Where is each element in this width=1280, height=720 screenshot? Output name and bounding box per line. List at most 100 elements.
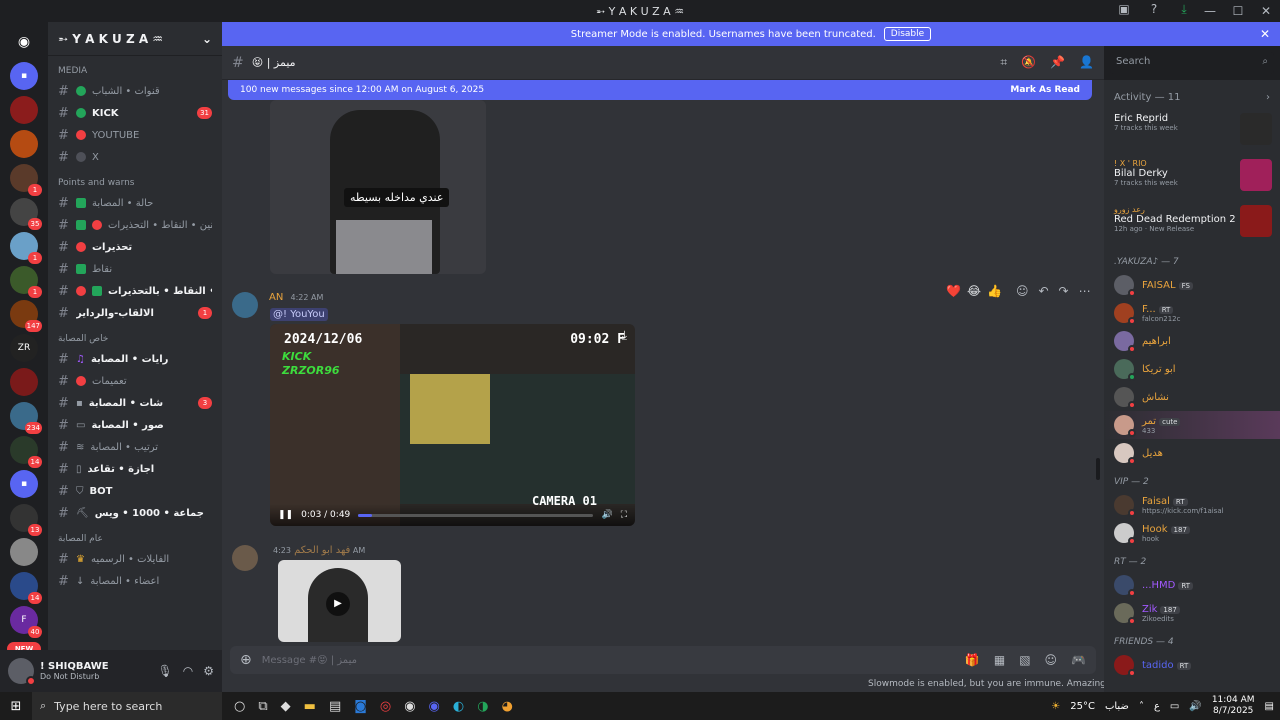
channel-item[interactable]: # تحذيرات [54,236,216,258]
notifications-icon[interactable]: ▤ [1265,701,1274,712]
language-indicator[interactable]: ع [1154,701,1160,712]
disable-button[interactable]: Disable [883,27,932,41]
fullscreen-icon[interactable]: ⛶ [621,510,627,520]
network-icon[interactable]: ▭ [1170,701,1179,712]
forward-icon[interactable]: ↷ [1059,284,1069,298]
minimize-button[interactable]: — [1196,4,1224,18]
maximize-button[interactable]: ☐ [1224,4,1252,18]
laugh-reaction[interactable]: 😂 [967,284,981,298]
channel-item[interactable]: #قوانين • النقاط • التحذيرات [54,214,216,236]
channel-item[interactable]: # ≋ ترتيب • المصابة [54,436,216,458]
gift-icon[interactable]: 🎁 [965,653,980,667]
server-icon[interactable]: 1 [10,164,42,196]
channel-item[interactable]: # ↓ اعضاء • المصابة [54,570,216,592]
cortana-icon[interactable]: ○ [234,699,245,714]
thumbs-up-reaction[interactable]: 👍 [987,284,1002,298]
channel-item[interactable]: #ال • النقاط • بالتحذيرات [54,280,216,302]
category-special[interactable]: خاص المصابة [54,324,216,348]
channel-item[interactable]: # نقاط [54,258,216,280]
file-explorer-icon[interactable]: ▬ [304,699,316,714]
activity-item[interactable]: Eric Reprid 7 tracks this week [1104,109,1280,155]
avatar[interactable] [232,292,258,318]
member-item[interactable]: F... RT falcon212c [1104,299,1280,327]
server-icon[interactable]: 13 [10,504,42,536]
close-icon[interactable]: ✕ [1260,27,1270,41]
member-item[interactable]: نشاش [1104,383,1280,411]
member-item[interactable]: FAISAL FS [1104,271,1280,299]
category-media[interactable]: MEDIA [54,56,216,80]
video-thumbnail[interactable]: ▶ [278,560,401,642]
server-icon[interactable]: 14 [10,436,42,468]
volume-icon[interactable]: 🔊 [601,510,612,520]
add-attachment-icon[interactable]: ⊕ [240,652,252,668]
gif-icon[interactable]: ▦ [994,653,1005,667]
task-view-icon[interactable]: ⧉ [258,699,267,714]
store-icon[interactable]: ▤ [329,699,341,714]
system-clock[interactable]: 11:04 AM 8/7/2025 [1212,695,1255,717]
server-icon[interactable]: 1 [10,266,42,298]
download-icon[interactable]: ⤓ [622,328,627,343]
member-item[interactable]: Zik 187 Zikoedits [1104,599,1280,627]
channel-item[interactable]: # تعميمات [54,370,216,392]
steam-icon[interactable]: ◉ [404,699,415,714]
server-icon[interactable]: 234 [10,402,42,434]
settings-gear-icon[interactable]: ⚙ [203,664,214,678]
channel-item[interactable]: # X [54,146,216,168]
channel-item[interactable]: # ♫ رايات • المصابة [54,348,216,370]
headphones-icon[interactable]: ◠ [183,664,193,678]
play-icon[interactable]: ▶ [326,592,350,616]
channel-item[interactable]: # الالقاب-والرداير 1 [54,302,216,324]
server-icon[interactable] [10,130,38,158]
avatar[interactable] [8,658,36,686]
volume-icon[interactable]: 🔊 [1189,701,1201,712]
channel-item[interactable]: # ⛉ BOT [54,480,216,502]
activity-item[interactable]: رعد زورو Red Dead Redemption 2 12h ago ·… [1104,201,1280,247]
member-item[interactable]: ابو تريكا [1104,355,1280,383]
channel-item[interactable]: # حالة • المصابة [54,192,216,214]
scrollbar[interactable] [1096,458,1100,480]
chevron-up-icon[interactable]: ˄ [1139,701,1144,712]
heart-reaction[interactable]: ❤️ [946,284,961,298]
windows-start-icon[interactable]: ⊞ [0,699,32,714]
opera-icon[interactable]: ◎ [380,699,391,714]
member-item[interactable]: ابراهيم [1104,327,1280,355]
inbox-icon[interactable]: ▣ [1116,2,1132,18]
channel-item[interactable]: # YOUTUBE [54,124,216,146]
member-item[interactable]: ...HMD RT [1104,571,1280,599]
server-icon[interactable]: 35 [10,198,42,230]
server-icon[interactable] [10,538,38,566]
message-input[interactable]: ⊕ Message #😝 | ميمز 🎁 ▦ ▧ ☺ 🎮 [230,646,1096,674]
discord-icon[interactable]: ◉ [429,699,440,714]
member-item[interactable]: Faisal RT https://kick.com/f1aisal [1104,491,1280,519]
weather-icon[interactable]: ☀ [1051,701,1060,712]
emoji-icon[interactable]: ☺ [1045,653,1058,667]
member-item[interactable]: تمر cute 433 [1104,411,1280,439]
channel-item[interactable]: # ▪ شات • المصابة 3 [54,392,216,414]
server-icon[interactable] [10,96,38,124]
server-icon[interactable]: F 40 [10,606,42,638]
close-window-button[interactable]: ✕ [1252,4,1280,18]
dm-icon[interactable]: ▪ [10,62,38,90]
author-name[interactable]: AN [269,292,283,303]
download-icon[interactable]: ⤓ [1176,2,1192,18]
discord-app-icon[interactable]: ◕ [502,699,513,714]
chrome-icon[interactable]: ◑ [477,699,488,714]
channel-item[interactable]: # ▭ صور • المصابة [54,414,216,436]
add-reaction-icon[interactable]: ☺ [1016,284,1029,298]
server-icon[interactable] [10,368,38,396]
activity-header[interactable]: Activity — 11 › [1104,80,1280,109]
channel-item[interactable]: # قنوات • الشباب [54,80,216,102]
member-item[interactable]: tadido RT [1104,651,1280,679]
avatar[interactable] [232,545,258,571]
help-icon[interactable]: ? [1146,2,1162,18]
folder-icon[interactable]: ▪ [10,470,38,498]
user-mention[interactable]: @! YouYou [270,308,328,321]
reply-icon[interactable]: ↶ [1038,284,1048,298]
mark-as-read-button[interactable]: Mark As Read [1010,85,1080,95]
mute-bell-icon[interactable]: 🔕 [1021,55,1036,70]
taskbar-search-input[interactable]: ⌕ Type here to search [32,692,222,720]
edge-icon[interactable]: ◐ [453,699,464,714]
microphone-icon[interactable]: 🎙 [158,664,173,678]
image-attachment[interactable]: عندي مداخله بسيطه [270,100,486,274]
apps-icon[interactable]: 🎮 [1071,653,1086,667]
